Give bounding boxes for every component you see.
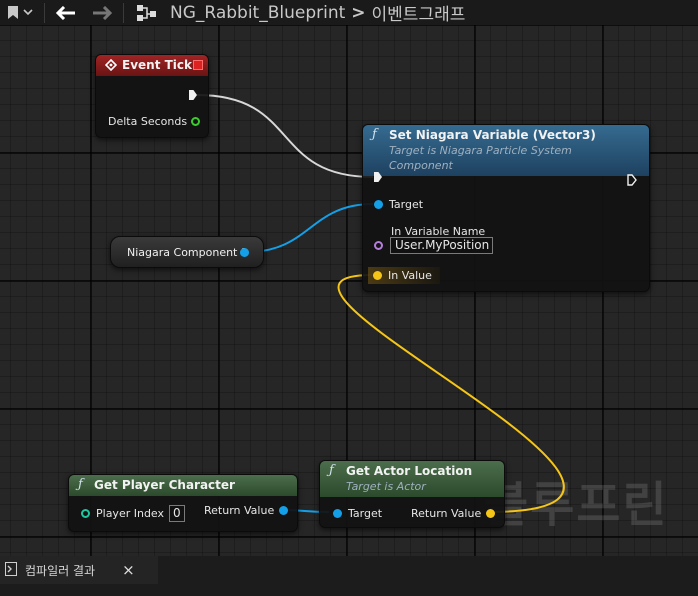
divider	[44, 2, 45, 23]
in-variable-name-row: User.MyPosition	[374, 237, 493, 254]
target-row: Target	[374, 198, 423, 211]
tab-compiler-results[interactable]: 컴파일러 결과 ×	[0, 556, 158, 584]
divider	[123, 2, 124, 23]
object-wire-niagara	[246, 203, 374, 253]
in-variable-name-pin[interactable]	[374, 241, 383, 250]
delta-seconds-pin[interactable]	[191, 117, 201, 126]
actor-target-pin[interactable]	[333, 509, 342, 518]
in-value-pin[interactable]	[373, 271, 382, 280]
function-icon: ƒ	[372, 127, 377, 142]
back-arrow-icon[interactable]	[53, 5, 79, 20]
breadcrumb-separator: >	[351, 2, 366, 23]
get-player-character-title: Get Player Character	[94, 478, 235, 492]
compiler-results-icon	[5, 561, 17, 579]
in-value-row: In Value	[368, 267, 440, 284]
get-player-character-node[interactable]: ƒ Get Player Character Player Index 0 Re…	[68, 474, 298, 532]
chevron-down-icon[interactable]	[20, 9, 36, 16]
get-player-character-header: ƒ Get Player Character	[69, 475, 297, 496]
breadcrumb-current: 이벤트그래프	[371, 5, 466, 25]
event-graph-canvas[interactable]: 블루프린 Event Tick Delta Seconds ƒ Set Niag…	[0, 25, 698, 556]
in-value-label: In Value	[388, 269, 432, 282]
forward-arrow-icon[interactable]	[89, 5, 115, 20]
niagara-component-label: Niagara Component 1	[127, 246, 248, 259]
target-label: Target	[389, 198, 424, 211]
get-actor-location-node[interactable]: ƒ Get Actor Location Target is Actor Tar…	[319, 460, 505, 528]
get-actor-location-title: Get Actor Location	[346, 464, 473, 478]
actor-return-label: Return Value	[411, 507, 482, 520]
get-actor-location-subtitle: Target is Actor	[346, 480, 426, 493]
get-actor-location-header: ƒ Get Actor Location Target is Actor	[320, 461, 504, 497]
player-index-label: Player Index	[96, 507, 165, 520]
bookmark-icon[interactable]	[6, 6, 20, 19]
set-niagara-title: Set Niagara Variable (Vector3)	[389, 128, 596, 142]
event-tick-title: Event Tick	[122, 58, 193, 72]
set-niagara-subtitle: Target is Niagara Particle System Compon…	[389, 144, 572, 172]
close-icon[interactable]: ×	[122, 561, 135, 579]
player-return-label: Return Value	[204, 504, 275, 517]
event-tick-header: Event Tick	[96, 55, 208, 76]
event-diamond-icon	[104, 58, 118, 75]
top-toolbar: NG_Rabbit_Blueprint > 이벤트그래프	[0, 0, 698, 25]
bottom-panel: 컴파일러 결과 ×	[0, 556, 698, 596]
player-index-pin[interactable]	[81, 509, 90, 518]
niagara-component-out-pin[interactable]	[240, 248, 249, 257]
actor-target-label: Target	[348, 507, 383, 520]
player-index-input[interactable]: 0	[169, 505, 185, 522]
tab-compiler-results-label: 컴파일러 결과	[25, 563, 96, 578]
event-tick-node[interactable]: Event Tick Delta Seconds	[95, 54, 209, 138]
delta-seconds-label: Delta Seconds	[108, 115, 188, 128]
player-return-pin[interactable]	[279, 506, 289, 515]
exec-out-pin[interactable]	[189, 90, 197, 100]
actor-return-pin[interactable]	[486, 509, 496, 518]
niagara-component-node[interactable]: Niagara Component 1	[110, 236, 264, 268]
set-niagara-variable-node[interactable]: ƒ Set Niagara Variable (Vector3) Target …	[362, 124, 650, 292]
delegate-square-icon[interactable]	[193, 60, 203, 70]
breadcrumb-root[interactable]: NG_Rabbit_Blueprint	[170, 3, 345, 23]
exec-out-pin[interactable]	[627, 171, 637, 190]
set-niagara-header: ƒ Set Niagara Variable (Vector3) Target …	[363, 125, 649, 176]
blueprint-graph-icon	[134, 4, 160, 22]
delta-seconds-row: Delta Seconds	[108, 115, 201, 128]
exec-wire	[196, 94, 374, 178]
actor-return-row: Return Value	[411, 507, 496, 520]
in-variable-name-input[interactable]: User.MyPosition	[390, 237, 493, 254]
actor-target-row: Target	[333, 507, 382, 520]
player-index-row: Player Index 0	[81, 505, 185, 522]
target-pin[interactable]	[374, 200, 383, 209]
player-return-row: Return Value	[204, 504, 289, 517]
function-icon: ƒ	[78, 477, 83, 492]
function-icon: ƒ	[329, 463, 334, 478]
graph-watermark: 블루프린	[484, 477, 669, 533]
